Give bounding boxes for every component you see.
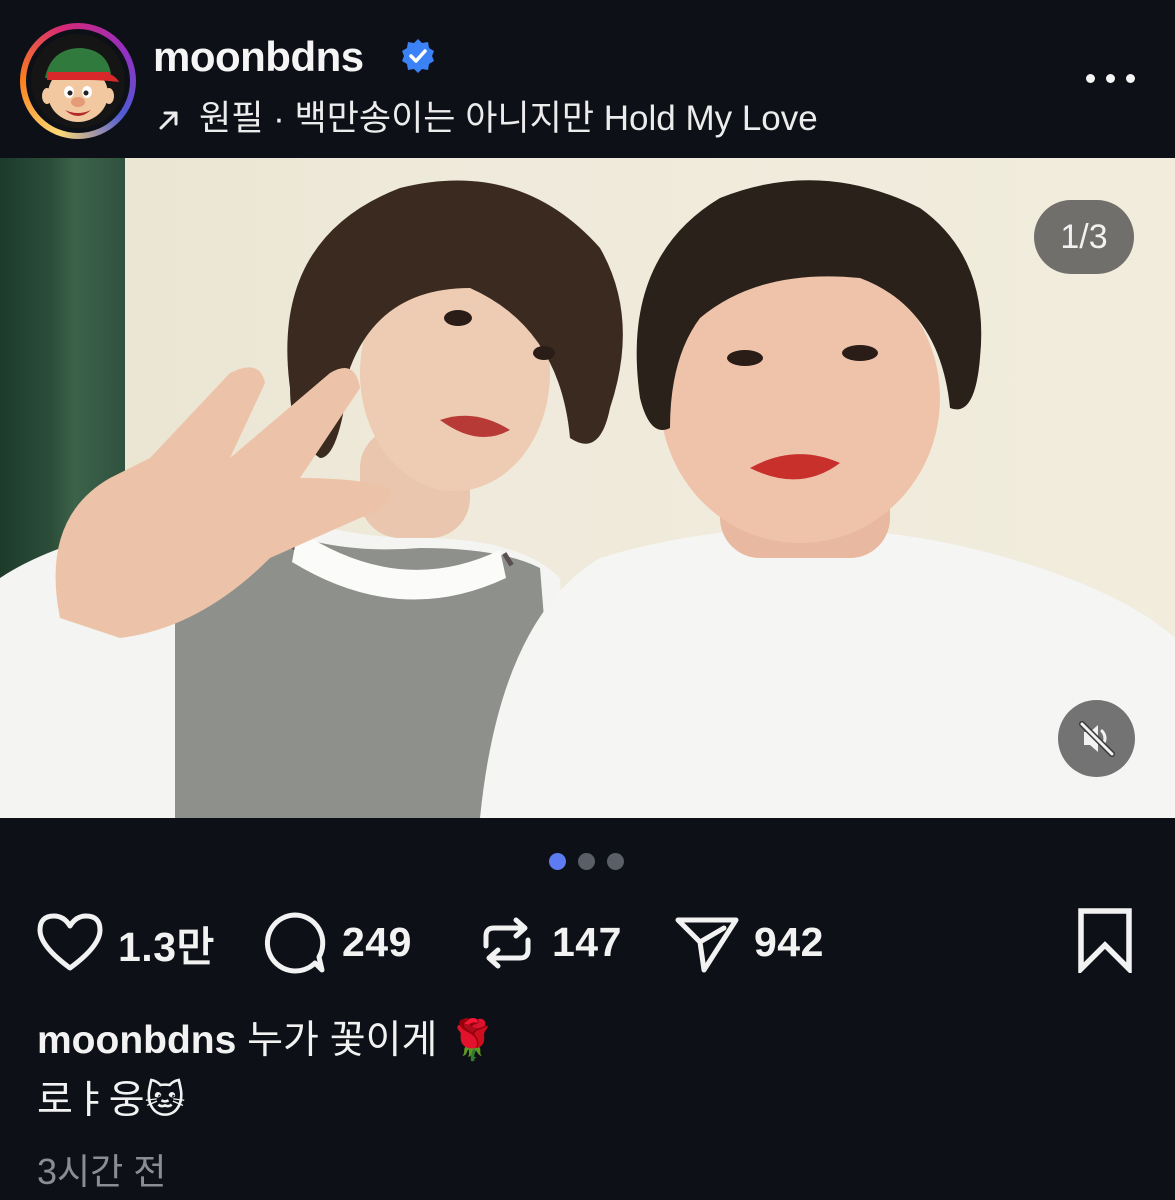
- caption-line-2: 로ㅑ웅🐱: [37, 1079, 186, 1122]
- share-button[interactable]: 942: [674, 905, 824, 980]
- comment-count: 249: [342, 919, 412, 965]
- caption: moonbdns 누가 꽃이게 🌹: [37, 1015, 497, 1067]
- avatar-image: [31, 34, 125, 128]
- more-options-button[interactable]: [1086, 72, 1136, 86]
- avatar-story-ring[interactable]: [20, 23, 136, 139]
- post-image[interactable]: 1/3: [0, 158, 1175, 818]
- verified-badge-icon: [400, 38, 436, 74]
- username[interactable]: moonbdns: [153, 33, 364, 81]
- repost-button[interactable]: 147: [476, 905, 622, 980]
- avatar[interactable]: [26, 29, 130, 133]
- carousel-dot-1[interactable]: [549, 853, 566, 870]
- music-label: 원필 · 백만송이는 아니지만 Hold My Love: [199, 99, 818, 138]
- like-count: 1.3만: [118, 923, 215, 970]
- mute-toggle-button[interactable]: [1058, 700, 1135, 777]
- heart-icon: [37, 913, 103, 970]
- like-button[interactable]: 1.3만: [36, 905, 215, 980]
- paper-plane-icon: [675, 917, 739, 972]
- post-header: moonbdns 원필 · 백만송이는 아니지만 Hold My Love: [0, 0, 1175, 158]
- post-timestamp: 3시간 전: [37, 1151, 167, 1192]
- repost-count: 147: [552, 919, 622, 965]
- arrow-up-right-icon: [157, 99, 187, 139]
- music-label-link[interactable]: 원필 · 백만송이는 아니지만 Hold My Love: [157, 90, 818, 141]
- carousel-dot-2[interactable]: [578, 853, 595, 870]
- carousel-indicator: [549, 853, 629, 871]
- save-button[interactable]: [1074, 907, 1136, 976]
- share-count: 942: [754, 919, 824, 965]
- comment-bubble-icon: [264, 912, 326, 973]
- comment-button[interactable]: 249: [262, 905, 412, 980]
- bookmark-icon: [1078, 908, 1132, 976]
- carousel-dot-3[interactable]: [607, 853, 624, 870]
- photo-illustration: [0, 180, 1175, 818]
- speaker-muted-icon: [1079, 721, 1115, 757]
- action-bar: 1.3만 249 147 942: [0, 905, 1175, 980]
- repost-icon: [483, 917, 531, 968]
- caption-username[interactable]: moonbdns: [37, 1019, 236, 1062]
- caption-text: 누가 꽃이게 🌹: [247, 1019, 497, 1062]
- image-counter-badge: 1/3: [1034, 200, 1134, 274]
